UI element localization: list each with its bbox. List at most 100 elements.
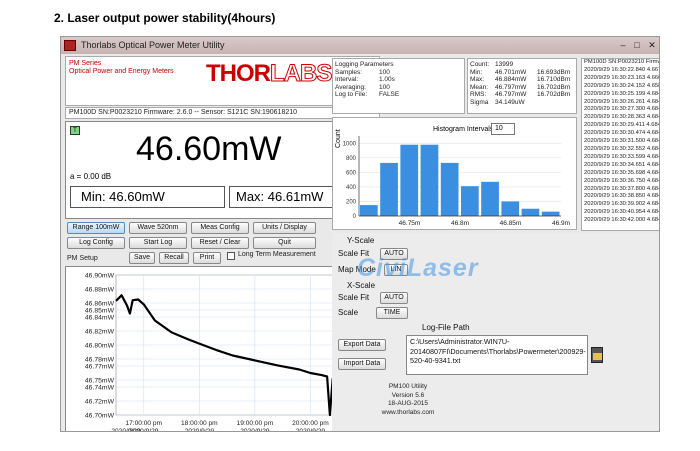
log-list-row[interactable]: 2020/9/29 16:30:29.411 4.6848E-2 W xyxy=(584,122,659,130)
stat-key: Min: xyxy=(470,68,483,76)
window-title: Thorlabs Optical Power Meter Utility xyxy=(81,40,225,50)
import-data-button[interactable]: Import Data xyxy=(338,358,386,370)
histogram-bar xyxy=(461,186,479,216)
histogram-ytick-label: 1000 xyxy=(343,141,357,147)
log-list[interactable]: PM100D SN:P0023210 Firmware: 2.6.0 -- 20… xyxy=(581,58,659,231)
log-list-row[interactable]: 2020/9/29 16:30:32.552 4.6848E-2 W xyxy=(584,146,659,154)
log-list-row[interactable]: 2020/9/29 16:30:35.698 4.6848E-2 W xyxy=(584,170,659,178)
tune-indicator[interactable]: T xyxy=(70,126,80,135)
log-list-row[interactable]: 2020/9/29 16:30:38.850 4.6846E-2 W xyxy=(584,193,659,201)
log-list-row[interactable]: 2020/9/29 16:30:24.152 4.6587E-2 W xyxy=(584,83,659,91)
log-list-row[interactable]: 2020/9/29 16:30:31.500 4.6848E-2 W xyxy=(584,138,659,146)
histogram-xtick-label: 46.9m xyxy=(552,220,570,227)
xscale-button[interactable]: TIME xyxy=(376,307,408,319)
histogram-interval-input[interactable]: 10 xyxy=(491,123,515,135)
histogram-panel: 0 200 400 600 800 1000 46.75m 46.8m 46.85m 46.9m … xyxy=(332,117,577,230)
log-list-row[interactable]: 2020/9/29 16:30:25.199 4.6848E-2 W xyxy=(584,91,659,99)
histogram-ytick-label: 0 xyxy=(353,214,357,220)
log-list-header: PM100D SN:P0023210 Firmware: 2.6.0 -- xyxy=(584,59,659,65)
long-term-label: Long Term Measurement xyxy=(238,251,316,258)
stat-value: 13999 xyxy=(495,61,514,68)
long-term-checkbox[interactable] xyxy=(227,252,235,260)
min-value: Min: 46.60mW xyxy=(70,186,225,208)
power-chart-ytick-label: 46.80mW xyxy=(85,343,115,350)
stat-value: 34.149uW xyxy=(495,98,525,106)
log-list-row[interactable]: 2020/9/29 16:30:30.474 4.6848E-2 W xyxy=(584,130,659,138)
log-list-row[interactable]: 2020/9/29 16:30:36.750 4.6848E-2 W xyxy=(584,178,659,186)
histogram-bar xyxy=(541,211,560,216)
stat-value: 46.797mW xyxy=(495,91,527,98)
wave-button[interactable]: Wave 520nm xyxy=(129,222,187,234)
statistics-panel: Count: 13999 Min: 46.701mW 16.693dBm Max: 46… xyxy=(467,58,577,114)
pm-setup-label: PM Setup xyxy=(67,255,98,262)
start-log-button[interactable]: Start Log xyxy=(129,237,187,249)
print-button[interactable]: Print xyxy=(193,252,221,264)
histogram-bar xyxy=(400,144,419,216)
xscale-label: Scale xyxy=(338,308,359,317)
histogram-xtick-label: 46.75m xyxy=(399,220,421,227)
log-list-row[interactable]: 2020/9/29 16:30:40.954 4.6849E-2 W xyxy=(584,209,659,217)
stat-key: Mean: xyxy=(470,83,489,91)
log-list-row[interactable]: 2020/9/29 16:30:39.902 4.6846E-2 W xyxy=(584,201,659,209)
log-list-row[interactable]: 2020/9/29 16:30:34.651 4.6848E-2 W xyxy=(584,162,659,170)
maximize-button[interactable]: □ xyxy=(631,39,643,51)
stat-value-dbm: 16.702dBm xyxy=(537,83,571,91)
logging-title: Logging Parameters xyxy=(335,61,394,68)
histogram-ytick-label: 800 xyxy=(346,156,357,162)
log-list-row[interactable]: 2020/9/29 16:30:28.363 4.6847E-2 W xyxy=(584,114,659,122)
units-display-button[interactable]: Units / Display xyxy=(253,222,316,234)
stat-key: Count: xyxy=(470,61,490,68)
logo-labs: LABS xyxy=(269,60,332,88)
export-data-button[interactable]: Export Data xyxy=(338,339,386,351)
histogram-bar xyxy=(440,162,459,216)
yscale-title: Y-Scale xyxy=(347,236,375,245)
close-button[interactable]: ✕ xyxy=(646,39,658,51)
about-line2: Version 5.6 xyxy=(391,391,425,399)
log-list-row[interactable]: 2020/9/29 16:30:27.300 4.6847E-2 W xyxy=(584,106,659,114)
power-chart-xtick-date: 2020/9/29 xyxy=(296,428,326,432)
power-chart-ytick-label: 46.72mW xyxy=(85,399,115,406)
app-icon xyxy=(64,40,76,51)
logging-key: Interval: xyxy=(335,76,359,83)
recall-button[interactable]: Recall xyxy=(159,252,189,264)
histogram-ytick-label: 600 xyxy=(346,170,357,176)
stat-key: RMS: xyxy=(470,91,487,98)
stat-value: 46.884mW xyxy=(495,76,527,83)
power-chart-ytick-label: 46.82mW xyxy=(85,329,115,336)
power-chart-ytick-label: 46.86mW xyxy=(85,301,115,308)
histogram-chart: 0 200 400 600 800 1000 46.75m 46.8m 46.85m 46.9m xyxy=(343,136,570,227)
log-list-row[interactable]: 2020/9/29 16:30:22.840 4.6677E-2 W xyxy=(584,67,659,75)
series-label: PM Series Optical Power and Energy Meter… xyxy=(69,60,174,76)
save-button[interactable]: Save xyxy=(129,252,155,264)
log-list-row[interactable]: 2020/9/29 16:30:42.000 4.6849E-2 W xyxy=(584,217,659,225)
log-config-button[interactable]: Log Config xyxy=(67,237,125,249)
meas-config-button[interactable]: Meas Config xyxy=(191,222,249,234)
histogram-ytick-label: 200 xyxy=(346,199,357,205)
xscale-fit-button[interactable]: AUTO xyxy=(380,292,408,304)
log-list-row[interactable]: 2020/9/29 16:30:23.163 4.6601E-2 W xyxy=(584,75,659,83)
histogram-xtick-label: 46.85m xyxy=(500,220,522,227)
minimize-button[interactable]: – xyxy=(617,39,629,51)
series-line1: PM Series xyxy=(69,60,102,67)
histogram-bar xyxy=(360,205,378,216)
power-chart-xtick-date: 2020/9/29 xyxy=(185,428,215,432)
quit-button[interactable]: Quit xyxy=(253,237,316,249)
folder-icon[interactable] xyxy=(591,347,603,363)
log-list-row[interactable]: 2020/9/29 16:30:33.599 4.6848E-2 W xyxy=(584,154,659,162)
about-line4: www.thorlabs.com xyxy=(381,408,435,416)
power-chart-ytick-label: 46.90mW xyxy=(85,273,115,280)
power-chart-ytick-label: 46.74mW xyxy=(85,385,115,392)
range-button[interactable]: Range 100mW xyxy=(67,222,125,234)
power-chart-ytick-label: 46.78mW xyxy=(85,357,115,364)
about-line3: 18-AUG-2015 xyxy=(387,400,429,407)
power-chart-ytick-label: 46.77mW xyxy=(85,364,115,371)
log-list-row[interactable]: 2020/9/29 16:30:37.800 4.6848E-2 W xyxy=(584,186,659,194)
power-chart-xtick-date: 2020/9/29 xyxy=(111,428,141,432)
log-file-path[interactable]: C:\Users\Administrator.WIN7U-20140807FI\… xyxy=(406,335,588,375)
power-chart-ytick-label: 46.70mW xyxy=(85,413,115,420)
log-list-row[interactable]: 2020/9/29 16:30:26.261 4.6849E-2 W xyxy=(584,99,659,107)
stat-value: 46.797mW xyxy=(495,83,527,91)
stat-key: Max: xyxy=(470,76,485,83)
power-chart-ytick-label: 46.75mW xyxy=(85,378,115,385)
reset-clear-button[interactable]: Reset / Clear xyxy=(191,237,249,249)
